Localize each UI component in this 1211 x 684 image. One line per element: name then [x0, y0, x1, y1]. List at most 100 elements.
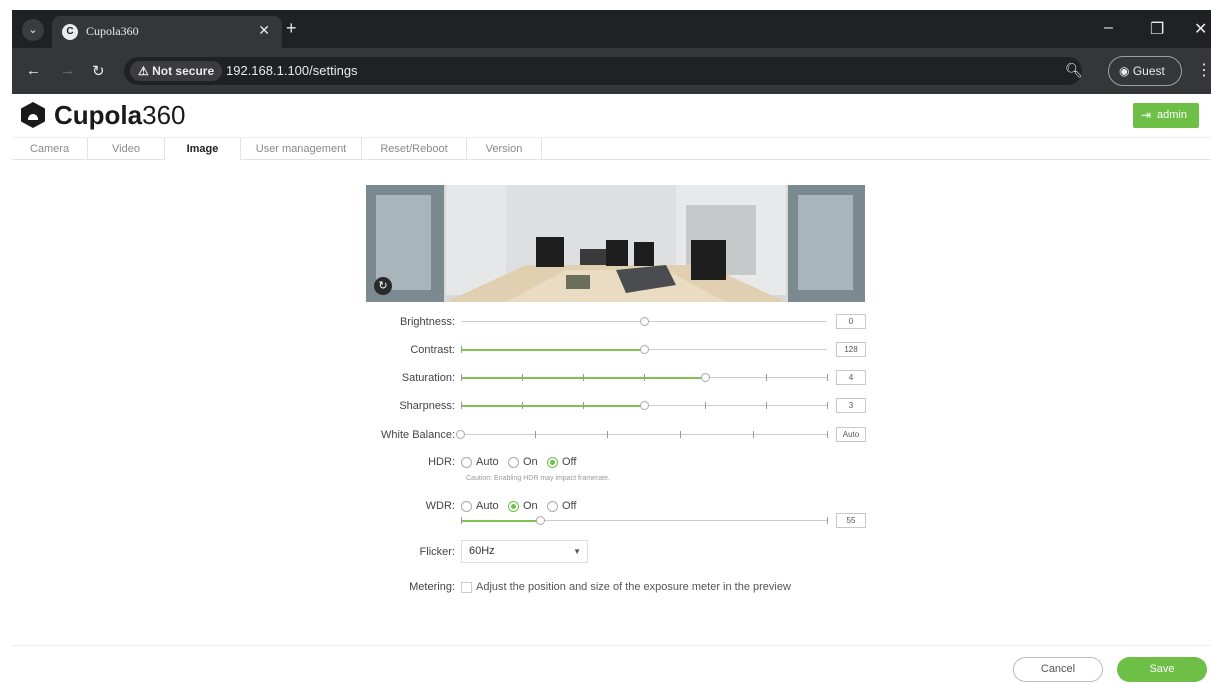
preview-image [366, 185, 865, 302]
wdr-tick [827, 517, 828, 524]
white-balance-label: White Balance: [381, 429, 455, 441]
metering-label: Metering: [409, 581, 455, 593]
white-balance-tick [680, 431, 681, 438]
logo-wordmark: Cupola [54, 100, 143, 130]
new-tab-icon[interactable]: + [286, 18, 297, 39]
save-button[interactable]: Save [1117, 657, 1207, 682]
cancel-button[interactable]: Cancel [1013, 657, 1103, 682]
warning-icon: ⚠ [138, 64, 153, 78]
saturation-tick [461, 374, 462, 381]
saturation-tick [583, 374, 584, 381]
hdr-label: HDR: [428, 456, 455, 468]
minimize-icon[interactable]: – [1104, 19, 1113, 37]
hdr-caution-text: Caution: Enabling HDR may impact framera… [466, 475, 610, 482]
saturation-tick [644, 374, 645, 381]
white-balance-value[interactable]: Auto [836, 427, 866, 442]
forward-icon[interactable]: → [60, 62, 75, 79]
favicon-icon: C [62, 24, 78, 40]
zoom-icon[interactable]: 🔍︎ [1065, 62, 1083, 79]
wdr-off-label: Off [562, 500, 577, 512]
wdr-label: WDR: [425, 500, 455, 512]
contrast-handle[interactable] [640, 345, 649, 354]
tab-image[interactable]: Image [165, 138, 241, 160]
sharpness-tick [827, 402, 828, 409]
menu-kebab-icon[interactable]: ⋮ [1196, 60, 1211, 80]
profile-icon: ◉ [1119, 64, 1133, 78]
saturation-tick [827, 374, 828, 381]
camera-preview[interactable] [366, 185, 865, 302]
flicker-label: Flicker: [419, 546, 455, 558]
hdr-auto-radio[interactable] [461, 457, 472, 468]
hdr-off-radio[interactable] [547, 457, 558, 468]
restore-icon[interactable]: ❐ [1150, 19, 1164, 39]
admin-label: admin [1157, 109, 1187, 121]
profile-button[interactable]: ◉ Guest [1108, 56, 1182, 86]
rotate-icon[interactable]: ↻ [374, 277, 392, 295]
flicker-select[interactable]: 60Hz ▼ [461, 540, 588, 563]
saturation-handle[interactable] [701, 373, 710, 382]
logout-icon: ⇥ [1141, 108, 1152, 122]
contrast-fill [461, 349, 643, 351]
white-balance-slider[interactable] [461, 434, 827, 435]
tab-search-icon[interactable]: ⌄ [22, 19, 44, 41]
url-text: 192.168.1.100/settings [226, 63, 358, 78]
wdr-on-radio[interactable] [508, 501, 519, 512]
close-tab-icon[interactable]: ✕ [258, 22, 270, 39]
white-balance-tick [535, 431, 536, 438]
brightness-handle[interactable] [640, 317, 649, 326]
white-balance-tick [607, 431, 608, 438]
cupola-logo-icon [21, 102, 45, 128]
saturation-tick [522, 374, 523, 381]
address-bar[interactable]: ⚠ Not secure 192.168.1.100/settings [124, 57, 1082, 85]
flicker-value: 60Hz [469, 545, 495, 557]
brightness-value[interactable]: 0 [836, 314, 866, 329]
sharpness-value[interactable]: 3 [836, 398, 866, 413]
not-secure-label: Not secure [152, 64, 215, 78]
tab-title: Cupola360 [86, 24, 139, 38]
hdr-on-radio[interactable] [508, 457, 519, 468]
hdr-auto-label: Auto [476, 456, 499, 468]
white-balance-handle[interactable] [456, 430, 465, 439]
browser-tab[interactable]: C Cupola360 ✕ [52, 16, 282, 48]
tab-video[interactable]: Video [88, 138, 165, 160]
sharpness-tick [522, 402, 523, 409]
saturation-label: Saturation: [401, 372, 455, 384]
wdr-on-label: On [523, 500, 538, 512]
sharpness-handle[interactable] [640, 401, 649, 410]
settings-tabs: Camera Video Image User management Reset… [12, 137, 1211, 160]
sharpness-tick [583, 402, 584, 409]
sharpness-tick [766, 402, 767, 409]
tab-version[interactable]: Version [467, 138, 542, 160]
back-icon[interactable]: ← [26, 62, 41, 79]
brightness-label: Brightness: [399, 316, 455, 328]
reload-icon[interactable]: ↻ [92, 62, 105, 80]
logo-number: 360 [142, 100, 186, 130]
not-secure-badge[interactable]: ⚠ Not secure [130, 61, 223, 81]
sharpness-label: Sharpness: [399, 400, 455, 412]
hdr-on-label: On [523, 456, 538, 468]
contrast-value[interactable]: 128 [836, 342, 866, 357]
sharpness-tick [461, 402, 462, 409]
wdr-tick [461, 517, 462, 524]
white-balance-tick [827, 431, 828, 438]
chevron-down-icon: ▼ [573, 547, 581, 556]
browser-toolbar: ← → ↻ ⚠ Not secure 192.168.1.100/setting… [12, 48, 1211, 94]
admin-button[interactable]: ⇥ admin [1133, 103, 1199, 128]
metering-checkbox[interactable] [461, 582, 472, 593]
contrast-label: Contrast: [410, 344, 455, 356]
wdr-fill [461, 520, 539, 522]
tab-user-management[interactable]: User management [241, 138, 362, 160]
wdr-value[interactable]: 55 [836, 513, 866, 528]
metering-description: Adjust the position and size of the expo… [476, 581, 791, 593]
wdr-auto-radio[interactable] [461, 501, 472, 512]
wdr-off-radio[interactable] [547, 501, 558, 512]
close-window-icon[interactable]: ✕ [1194, 19, 1207, 39]
wdr-handle[interactable] [536, 516, 545, 525]
saturation-tick [766, 374, 767, 381]
tab-camera[interactable]: Camera [12, 138, 88, 160]
footer-divider [12, 645, 1211, 646]
browser-chrome: ⌄ C Cupola360 ✕ + – ❐ ✕ ← → ↻ ⚠ Not secu… [12, 10, 1211, 94]
tab-reset-reboot[interactable]: Reset/Reboot [362, 138, 467, 160]
app-logo: Cupola360 [54, 100, 186, 131]
saturation-value[interactable]: 4 [836, 370, 866, 385]
